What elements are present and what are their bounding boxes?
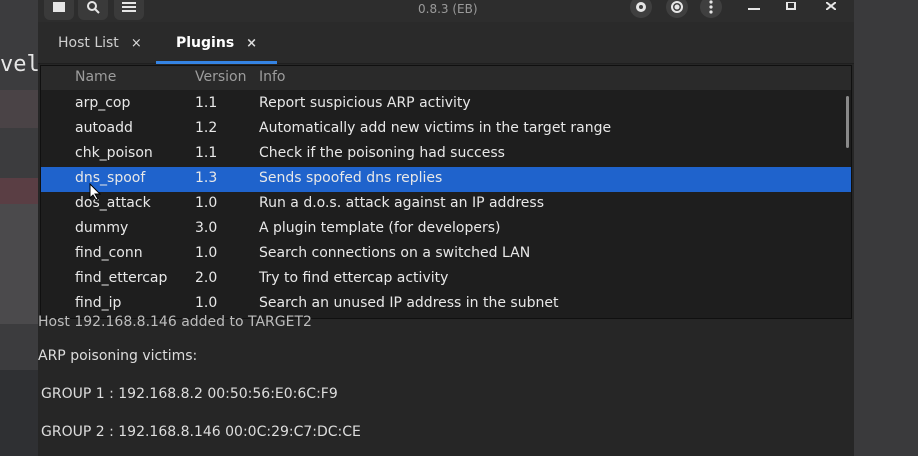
column-header-name[interactable]: Name (75, 69, 116, 85)
plugin-row-dns-spoof[interactable]: dns_spoof 1.3 Sends spoofed dns replies (41, 167, 851, 192)
plugin-name: autoadd (75, 120, 133, 136)
close-tab-icon[interactable]: × (131, 36, 142, 51)
background-block (0, 370, 40, 456)
plugin-version: 1.1 (195, 95, 218, 111)
sniff-button[interactable] (630, 0, 652, 18)
column-header-version[interactable]: Version (195, 69, 246, 85)
background-right-panel (854, 0, 918, 456)
background-heading: vel (0, 52, 40, 77)
tab-bar: Host List × Plugins × (38, 22, 854, 64)
tab-label: Host List (58, 35, 119, 51)
plugin-info: Search an unused IP address in the subne… (259, 295, 559, 311)
plugin-version: 2.0 (195, 270, 218, 286)
scrollbar[interactable] (846, 96, 849, 148)
settings-button[interactable] (114, 0, 144, 20)
tab-label: Plugins (176, 35, 235, 51)
tab-plugins[interactable]: Plugins × (156, 22, 278, 64)
plugin-name: chk_poison (75, 145, 153, 161)
plugin-info: Automatically add new victims in the tar… (259, 120, 612, 136)
plugin-info: A plugin template (for developers) (259, 220, 501, 236)
menu-button[interactable] (44, 0, 74, 20)
plugin-version: 1.1 (195, 145, 218, 161)
background-block (0, 178, 40, 204)
plugin-name: dummy (75, 220, 129, 236)
plugin-version: 1.0 (195, 195, 218, 211)
plugin-version: 1.2 (195, 120, 218, 136)
plugin-row-find-ettercap[interactable]: find_ettercap 2.0 Try to find ettercap act… (41, 267, 851, 292)
mouse-pointer-icon (89, 183, 101, 201)
sniff-icon (636, 2, 646, 12)
log-line-group1: GROUP 1 : 192.168.8.2 00:50:56:E0:6C:F9 (41, 386, 338, 402)
plugins-list: Name Version Info arp_cop 1.1 Report suspi… (40, 65, 852, 319)
log-line-partial: Host 192.168.8.146 added to TARGET2 (38, 314, 312, 326)
column-header: Name Version Info (41, 66, 851, 90)
plugin-info: Report suspicious ARP activity (259, 95, 471, 111)
minimize-icon (748, 8, 760, 10)
plugin-info: Search connections on a switched LAN (259, 245, 531, 261)
plugin-rows: arp_cop 1.1 Report suspicious ARP activity… (41, 92, 851, 317)
plugin-version: 1.0 (195, 245, 218, 261)
log-line-title: ARP poisoning victims: (38, 348, 198, 364)
plugin-version: 1.0 (195, 295, 218, 311)
log-output: Host 192.168.8.146 added to TARGET2 ARP … (38, 314, 854, 456)
minimize-button[interactable] (748, 0, 760, 16)
plugin-version: 1.3 (195, 170, 218, 186)
plugin-row-find-conn[interactable]: find_conn 1.0 Search connections on a swit… (41, 242, 851, 267)
plugin-name: find_ip (75, 295, 122, 311)
plugin-name: find_conn (75, 245, 143, 261)
record-icon (671, 1, 683, 13)
background-block (0, 90, 40, 128)
settings-icon (122, 2, 136, 12)
plugin-info: Run a d.o.s. attack against an IP addres… (259, 195, 544, 211)
tab-host-list[interactable]: Host List × (38, 22, 162, 64)
plugin-info: Check if the poisoning had success (259, 145, 505, 161)
record-button[interactable] (666, 0, 688, 18)
plugin-name: dos_attack (75, 195, 151, 211)
background-block (0, 204, 40, 324)
search-button[interactable] (78, 0, 108, 20)
plugin-row-dummy[interactable]: dummy 3.0 A plugin template (for developer… (41, 217, 851, 242)
window-version: 0.8.3 (EB) (418, 2, 478, 16)
close-window-button[interactable] (825, 0, 837, 14)
titlebar: 0.8.3 (EB) (38, 0, 854, 22)
maximize-button[interactable] (786, 0, 796, 14)
ettercap-window: 0.8.3 (EB) Host List × Plugins × Name Ve… (38, 0, 854, 456)
menu-icon (53, 2, 65, 12)
kebab-menu-button[interactable] (700, 0, 722, 18)
maximize-icon (786, 1, 796, 10)
plugin-info: Try to find ettercap activity (259, 270, 449, 286)
plugin-name: find_ettercap (75, 270, 168, 286)
log-line-group2: GROUP 2 : 192.168.8.146 00:0C:29:C7:DC:C… (41, 424, 361, 440)
kebab-icon (709, 0, 713, 14)
plugin-version: 3.0 (195, 220, 218, 236)
plugin-name: dns_spoof (75, 170, 146, 186)
plugin-info: Sends spoofed dns replies (259, 170, 443, 186)
search-icon (87, 1, 100, 14)
close-tab-icon[interactable]: × (246, 36, 257, 51)
plugin-row-arp-cop[interactable]: arp_cop 1.1 Report suspicious ARP activity (41, 92, 851, 117)
plugin-name: arp_cop (75, 95, 131, 111)
plugin-row-autoadd[interactable]: autoadd 1.2 Automatically add new victims … (41, 117, 851, 142)
close-icon (825, 1, 837, 11)
plugin-row-dos-attack[interactable]: dos_attack 1.0 Run a d.o.s. attack against… (41, 192, 851, 217)
column-header-info[interactable]: Info (259, 69, 286, 85)
plugin-row-chk-poison[interactable]: chk_poison 1.1 Check if the poisoning had … (41, 142, 851, 167)
